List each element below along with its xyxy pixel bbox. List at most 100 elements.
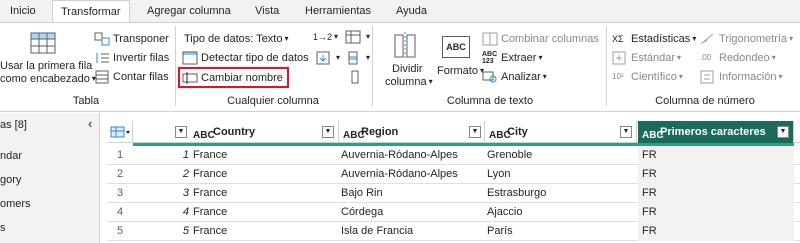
region-cell[interactable]: Auvernia-Ródano-Alpes [341, 165, 485, 184]
chevron-down-icon: ▾ [428, 77, 433, 86]
query-item[interactable]: ndar [0, 150, 22, 162]
trigonometry-label: Trigonometría [719, 33, 788, 45]
convert-list-icon [347, 70, 363, 84]
query-item[interactable]: s [0, 222, 6, 234]
country-cell[interactable]: France [193, 222, 337, 241]
index-cell: 3 [182, 187, 189, 199]
split-column-button-line2[interactable]: columna ▾ [385, 75, 433, 89]
sigma-icon: XΣ [612, 34, 624, 44]
filter-dropdown-icon[interactable]: ▼ [620, 126, 632, 138]
scientific-button[interactable]: 10² Científico ▾ [612, 68, 683, 86]
tab-vista[interactable]: Vista [255, 0, 279, 22]
format-button[interactable]: Formato ▾ [437, 62, 484, 80]
transpose-button[interactable]: Transponer [94, 30, 169, 48]
rounding-icon: .00 [700, 53, 712, 62]
country-cell[interactable]: France [193, 146, 337, 165]
extract-button[interactable]: ABC 123 Extraer ▾ [482, 49, 542, 67]
query-item[interactable]: gory [0, 174, 21, 186]
filter-dropdown-icon[interactable]: ▼ [469, 126, 481, 138]
column-header-label: Country [213, 126, 256, 138]
primeros-caracteres-cell[interactable]: FR [638, 146, 794, 165]
table-row[interactable]: 5 5 France Isla de Francia París FR [107, 222, 800, 241]
primeros-caracteres-cell[interactable]: FR [638, 165, 794, 184]
pivot-column-button[interactable]: ▾ [345, 28, 370, 46]
analyze-button[interactable]: Analizar ▾ [482, 68, 547, 86]
fill-down-icon [315, 51, 331, 65]
information-button[interactable]: Información ▾ [700, 68, 783, 86]
group-label-any-column: Cualquier columna [227, 95, 319, 107]
data-type-dropdown[interactable]: Tipo de datos: Texto ▾ [184, 30, 288, 48]
replace-values-icon: 1→2 [313, 32, 333, 42]
region-cell[interactable]: Córdega [341, 203, 485, 222]
use-first-row-header-button[interactable]: Usar la primera fila [0, 59, 92, 73]
statistics-label: Estadísticas [631, 33, 691, 45]
region-cell[interactable]: Bajo Rin [341, 184, 485, 203]
detect-data-type-button[interactable]: Detectar tipo de datos [182, 49, 309, 67]
country-cell[interactable]: France [193, 203, 337, 222]
row-number: 2 [116, 168, 124, 180]
replace-values-button[interactable]: 1→2 ▾ [313, 28, 338, 46]
chevron-down-icon: ▾ [692, 34, 697, 43]
column-header-region[interactable]: ABC Region ▼ [339, 121, 485, 143]
rounding-button[interactable]: .00 Redondeo ▾ [700, 49, 776, 67]
row-number: 5 [116, 225, 124, 237]
reverse-rows-button[interactable]: Invertir filas [94, 49, 169, 67]
primeros-caracteres-cell[interactable]: FR [638, 222, 794, 241]
group-divider [372, 26, 373, 106]
primeros-caracteres-cell[interactable]: FR [638, 203, 794, 222]
fill-button[interactable]: ▾ [315, 49, 340, 67]
column-header-label: City [507, 126, 528, 138]
country-cell[interactable]: France [193, 165, 337, 184]
city-cell[interactable]: Ajaccio [487, 203, 637, 222]
tab-transformar[interactable]: Transformar [52, 0, 130, 22]
merge-columns-button[interactable]: Combinar columnas [482, 30, 599, 48]
column-header-primeros-caracteres[interactable]: ABC Primeros caracteres ▼ [638, 121, 794, 143]
table-row[interactable]: 3 3 France Bajo Rin Estrasburgo FR [107, 184, 800, 203]
tab-herramientas[interactable]: Herramientas [305, 0, 371, 22]
filter-dropdown-icon[interactable]: ▼ [322, 126, 334, 138]
primeros-caracteres-cell[interactable]: FR [638, 184, 794, 203]
collapse-chevron-icon[interactable]: ‹ [88, 116, 92, 131]
use-first-row-header-button-line2[interactable]: como encabezado ▾ [0, 72, 96, 86]
column-header-city[interactable]: ABC City ▼ [485, 121, 637, 143]
abc123-icon-top: ABC [482, 51, 498, 58]
region-cell[interactable]: Auvernia-Ródano-Alpes [341, 146, 485, 165]
move-column-icon [345, 51, 361, 65]
region-cell[interactable]: Isla de Francia [341, 222, 485, 241]
rename-button[interactable]: Cambiar nombre [178, 67, 289, 88]
index-cell: 2 [182, 168, 189, 180]
table-row[interactable]: 2 2 France Auvernia-Ródano-Alpes Lyon FR [107, 165, 800, 184]
tab-ayuda[interactable]: Ayuda [396, 0, 427, 22]
chevron-down-icon: ▾ [366, 53, 371, 62]
city-cell[interactable]: Lyon [487, 165, 637, 184]
table-row[interactable]: 4 4 France Córdega Ajaccio FR [107, 203, 800, 222]
city-cell[interactable]: Grenoble [487, 146, 637, 165]
table-menu-button[interactable] [107, 121, 133, 143]
group-label-text-column: Columna de texto [446, 95, 534, 107]
abc123-icon: ABC 123 [482, 51, 498, 65]
trigonometry-icon [700, 32, 716, 46]
country-cell[interactable]: France [193, 184, 337, 203]
split-column-icon [392, 32, 418, 60]
standard-button[interactable]: Estándar ▾ [612, 49, 681, 67]
move-button[interactable]: ▾ [345, 49, 370, 67]
detect-type-icon [182, 51, 198, 65]
query-item[interactable]: omers [0, 198, 31, 210]
column-header-country[interactable]: ▼ ABC Country ▼ [133, 121, 339, 143]
chevron-down-icon[interactable]: ▼ [175, 126, 187, 138]
table-row[interactable]: 1 1 France Auvernia-Ródano-Alpes Grenobl… [107, 146, 800, 165]
trigonometry-button[interactable]: Trigonometría ▾ [700, 30, 793, 48]
convert-to-list-button[interactable] [347, 68, 366, 86]
chevron-down-icon: ▾ [284, 34, 289, 43]
filter-dropdown-icon[interactable]: ▼ [777, 126, 789, 138]
city-cell[interactable]: Estrasburgo [487, 184, 637, 203]
chevron-down-icon: ▾ [366, 32, 371, 41]
tab-agregar-columna[interactable]: Agregar columna [147, 0, 231, 22]
chevron-down-icon: ▾ [789, 34, 794, 43]
statistics-button[interactable]: XΣ Estadísticas ▾ [612, 30, 696, 48]
tab-inicio[interactable]: Inicio [10, 0, 36, 22]
split-column-button[interactable]: Dividir [392, 62, 423, 76]
count-rows-button[interactable]: Contar filas [94, 68, 169, 86]
city-cell[interactable]: París [487, 222, 637, 241]
table-grid-icon [30, 32, 56, 54]
